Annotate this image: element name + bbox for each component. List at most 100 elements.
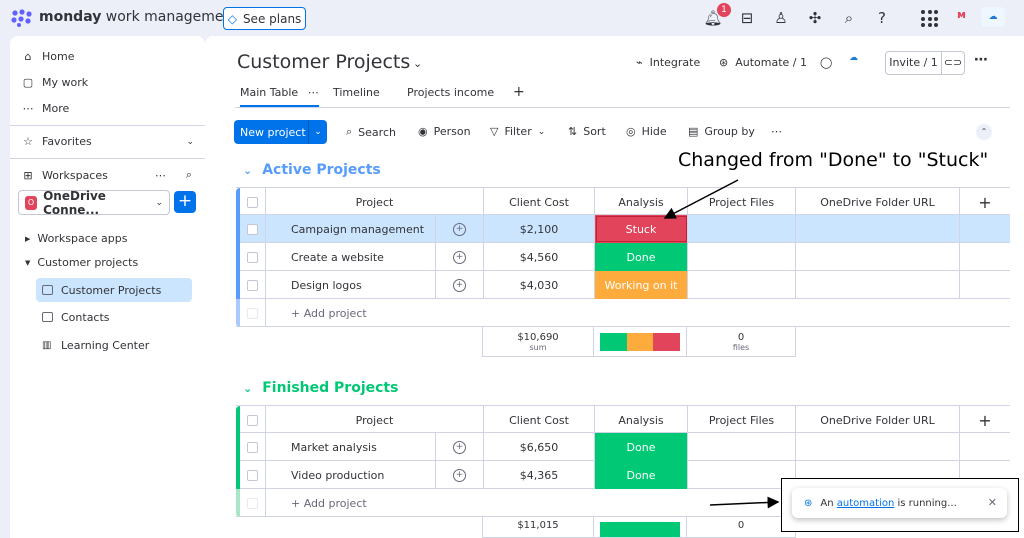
sidebar-item-more[interactable]: ⋯ More [22,102,70,115]
row-checkbox[interactable] [240,271,266,299]
column-header-client-cost[interactable]: Client Cost [484,188,595,216]
workspace-selector[interactable]: O OneDrive Conne... ⌄ [18,189,170,217]
add-column-icon[interactable]: + [960,406,1010,434]
chevron-down-icon[interactable]: ⌄ [308,120,327,144]
board-owner-avatar[interactable]: ☁ [849,53,858,63]
more-options-icon[interactable]: ⋯ [771,125,782,138]
sidebar-board-contacts[interactable]: Contacts [36,305,192,329]
url-cell[interactable] [796,271,960,299]
add-project-input[interactable]: + Add project [266,299,1010,327]
filter-button[interactable]: ▽ Filter ⌄ [490,125,545,138]
sidebar-board-customer-projects[interactable]: Customer Projects [36,278,192,302]
files-cell[interactable] [688,243,796,271]
updates-icon[interactable]: ◯ [820,56,832,69]
hide-button[interactable]: ◎ Hide [626,125,667,138]
app-grid-icon[interactable] [921,10,938,27]
row-checkbox[interactable] [240,215,266,243]
chevron-down-icon[interactable]: ⌄ [413,57,422,70]
more-options-icon[interactable]: ⋯ [974,52,989,68]
group-by-button[interactable]: ▤ Group by [688,125,755,138]
client-cost-cell[interactable]: $4,365 [484,461,595,489]
status-cell[interactable]: Done [595,461,688,489]
add-column-icon[interactable]: + [960,188,1010,216]
files-cell[interactable] [688,461,796,489]
invite-button[interactable]: Invite / 1 [885,51,942,75]
column-header-analysis[interactable]: Analysis [595,188,688,216]
tab-projects-income[interactable]: Projects income [407,86,494,99]
automate-button[interactable]: ⊛ Automate / 1 [719,56,807,69]
add-workspace-item-button[interactable]: + [174,191,196,213]
automation-link[interactable]: automation [837,498,895,509]
group-title-finished[interactable]: ⌄ Finished Projects [243,380,398,396]
sidebar-item-favorites[interactable]: ☆ Favorites ⌄ [22,135,194,148]
chevron-up-icon[interactable]: ⌃ [976,124,992,140]
row-checkbox[interactable] [240,243,266,271]
monday-logo-icon[interactable] [11,9,33,27]
inbox-icon[interactable]: ⊟ [737,8,757,28]
help-icon[interactable]: ? [872,8,892,28]
search-icon[interactable]: ⌕ [839,8,859,28]
files-cell[interactable] [688,271,796,299]
status-cell[interactable]: Stuck [595,215,688,243]
status-cell[interactable]: Working on it [595,271,688,299]
integrate-button[interactable]: ⌁ Integrate [636,56,700,69]
url-cell[interactable] [796,243,960,271]
status-cell[interactable]: Done [595,433,688,461]
add-view-icon[interactable]: + [513,84,525,100]
client-cost-cell[interactable]: $2,100 [484,215,595,243]
sort-button[interactable]: ⇅ Sort [568,125,606,138]
tree-item-customer-projects-folder[interactable]: ▼ Customer projects [25,256,138,269]
chevron-down-icon[interactable]: ⌄ [243,164,252,177]
url-cell[interactable] [796,215,960,243]
row-checkbox[interactable] [240,433,266,461]
more-options-icon[interactable]: ⋯ [155,169,166,182]
status-cell[interactable]: Done [595,243,688,271]
url-cell[interactable] [796,433,960,461]
files-cell[interactable] [688,433,796,461]
column-header-analysis[interactable]: Analysis [595,406,688,434]
table-row[interactable]: Campaign management + $2,100 Stuck [236,215,1010,243]
item-name[interactable]: Market analysis [266,433,436,461]
search-button[interactable]: ⌕ Search [346,125,396,139]
item-name[interactable]: Create a website [266,243,436,271]
person-filter-button[interactable]: ◉ Person [418,125,471,138]
select-all-checkbox[interactable] [240,406,266,434]
column-header-project-files[interactable]: Project Files [688,188,796,216]
tab-options-icon[interactable]: ⋯ [308,86,319,99]
new-project-button[interactable]: New project ⌄ [234,120,327,144]
column-header-project-files[interactable]: Project Files [688,406,796,434]
add-update-icon[interactable]: + [436,271,484,299]
column-header-project[interactable]: Project [266,406,484,434]
add-update-icon[interactable]: + [436,243,484,271]
copy-link-icon[interactable]: ⊂⊃ [941,51,965,75]
invite-members-icon[interactable]: ♙ [771,8,791,28]
client-cost-cell[interactable]: $4,560 [484,243,595,271]
item-name[interactable]: Campaign management [266,215,436,243]
sidebar-item-workspaces[interactable]: ⊞ Workspaces ⋯ ⌕ [22,168,192,182]
row-checkbox[interactable] [240,461,266,489]
close-icon[interactable]: ✕ [988,496,997,509]
client-cost-cell[interactable]: $4,030 [484,271,595,299]
sidebar-item-my-work[interactable]: ▢ My work [22,76,88,89]
tab-main-table[interactable]: Main Table ⋯ [240,86,319,107]
sidebar-item-home[interactable]: ⌂ Home [22,50,75,63]
column-header-client-cost[interactable]: Client Cost [484,406,595,434]
column-header-project[interactable]: Project [266,188,484,216]
table-row[interactable]: Create a website + $4,560 Done [236,243,1010,271]
table-row[interactable]: Design logos + $4,030 Working on it [236,271,1010,299]
column-header-onedrive-url[interactable]: OneDrive Folder URL [796,406,960,434]
chevron-down-icon[interactable]: ⌄ [243,382,252,395]
files-cell[interactable] [688,215,796,243]
item-name[interactable]: Video production [266,461,436,489]
client-cost-cell[interactable]: $6,650 [484,433,595,461]
board-title[interactable]: Customer Projects [237,51,410,73]
sidebar-board-learning-center[interactable]: ▥ Learning Center [36,333,192,357]
tab-timeline[interactable]: Timeline [333,86,380,99]
account-avatar[interactable]: ☁ [981,7,1005,27]
table-row[interactable]: Market analysis + $6,650 Done [236,433,1010,461]
select-all-checkbox[interactable] [240,188,266,216]
add-item-row[interactable]: + Add project [236,299,1010,327]
item-name[interactable]: Design logos [266,271,436,299]
add-update-icon[interactable]: + [436,215,484,243]
column-header-onedrive-url[interactable]: OneDrive Folder URL [796,188,960,216]
